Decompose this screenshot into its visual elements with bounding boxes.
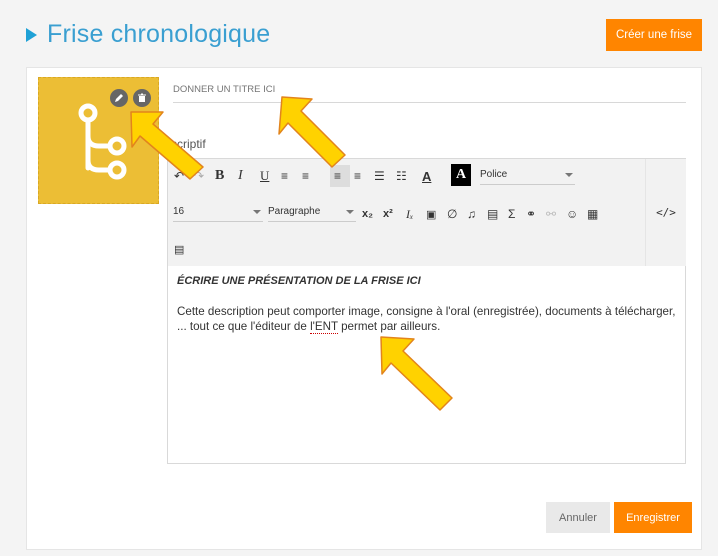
rich-text-editor[interactable]: ↶ ↷ B I U ≡ ≡ ≡ ≡ ☰ ☷ A A Police 16 Para… (167, 158, 686, 464)
subscript-icon[interactable]: x₂ (362, 205, 373, 223)
align-justify-icon[interactable]: ≡ (281, 167, 288, 185)
clear-format-icon[interactable]: Iₓ (406, 205, 413, 223)
chevron-down-icon (346, 210, 354, 214)
description-label: scriptif (171, 137, 206, 151)
cancel-button[interactable]: Annuler (546, 502, 610, 533)
chevron-down-icon (565, 173, 573, 177)
format-select-value: Paragraphe (268, 206, 321, 217)
bullet-list-icon[interactable]: ☰ (374, 167, 385, 185)
bold-icon[interactable]: B (215, 167, 224, 185)
pencil-icon (115, 94, 123, 102)
page-header: Frise chronologique (26, 20, 270, 49)
numbered-list-icon[interactable]: ☷ (396, 167, 407, 185)
text-color-icon[interactable]: A (422, 167, 431, 185)
italic-icon[interactable]: I (238, 167, 243, 185)
editor-heading: ÉCRIRE UNE PRÉSENTATION DE LA FRISE ICI (177, 275, 421, 287)
table-icon[interactable]: ▦ (587, 205, 598, 223)
link-icon[interactable]: ⚭ (526, 205, 536, 223)
font-select-value: Police (480, 169, 508, 180)
superscript-icon[interactable]: x² (383, 205, 393, 223)
edit-image-button[interactable] (110, 89, 128, 107)
font-select[interactable]: Police (480, 169, 575, 185)
background-color-icon[interactable]: A (451, 164, 471, 186)
image-icon[interactable]: ▣ (426, 205, 436, 223)
timeline-thumbnail[interactable] (38, 77, 159, 204)
formula-icon[interactable]: Σ (508, 205, 515, 223)
align-right-icon[interactable]: ≡ (354, 167, 361, 185)
align-left-icon[interactable]: ≡ (334, 167, 341, 185)
emoji-icon[interactable]: ☺ (566, 205, 578, 223)
size-select-value: 16 (173, 206, 185, 217)
align-center-icon[interactable]: ≡ (302, 167, 309, 185)
format-select[interactable]: Paragraphe (268, 206, 356, 222)
chevron-down-icon (253, 210, 261, 214)
delete-image-button[interactable] (133, 89, 151, 107)
page-title: Frise chronologique (47, 20, 271, 48)
save-button[interactable]: Enregistrer (614, 502, 692, 533)
template-icon[interactable]: ▤ (174, 240, 184, 258)
redo-icon[interactable]: ↷ (194, 167, 204, 185)
triangle-icon (26, 27, 37, 42)
attachment-icon[interactable]: ∅ (447, 205, 457, 223)
unlink-icon[interactable]: ⚯ (546, 205, 556, 223)
create-timeline-button[interactable]: Créer une frise (606, 19, 702, 51)
body-text-end: permet par ailleurs. (337, 319, 441, 333)
editor-toolbar: ↶ ↷ B I U ≡ ≡ ≡ ≡ ☰ ☷ A A Police 16 Para… (168, 159, 645, 266)
code-view-button[interactable]: </> (645, 159, 686, 266)
editor-body: Cette description peut comporter image, … (177, 305, 677, 334)
size-select[interactable]: 16 (173, 206, 263, 222)
video-icon[interactable]: ▤ (487, 205, 498, 223)
title-input[interactable] (173, 80, 686, 103)
audio-icon[interactable]: ♫ (467, 205, 476, 223)
ent-link-text: l'ENT (310, 319, 338, 334)
underline-icon[interactable]: U (260, 167, 269, 185)
undo-icon[interactable]: ↶ (174, 167, 184, 185)
trash-icon (138, 93, 146, 102)
